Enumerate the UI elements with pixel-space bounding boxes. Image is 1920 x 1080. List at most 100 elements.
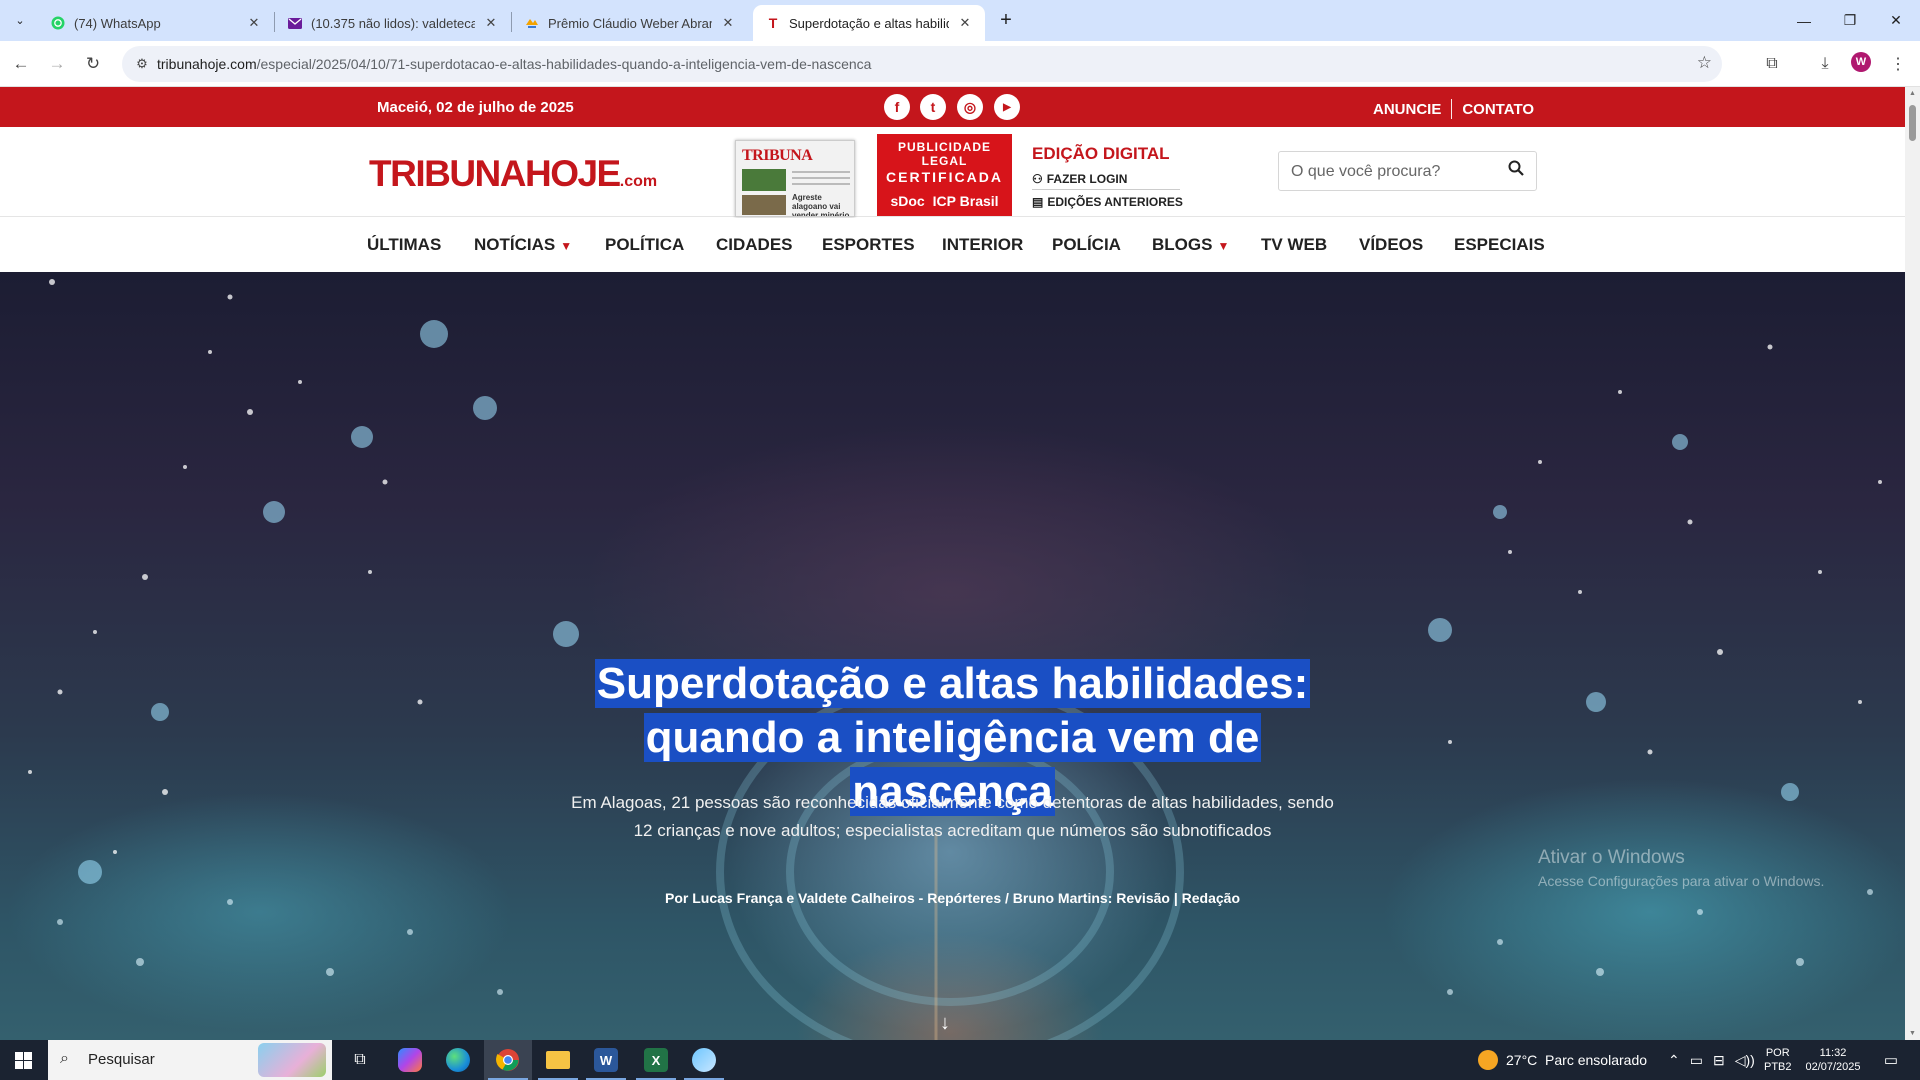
top-links: ANUNCIE CONTATO (1373, 99, 1534, 119)
text-line (792, 177, 850, 179)
volume-icon[interactable]: ◁)) (1735, 1052, 1755, 1069)
main-navigation: ÚLTIMAS NOTÍCIAS ▼ POLÍTICA CIDADES ESPOR… (0, 218, 1905, 272)
search-icon[interactable] (1508, 160, 1524, 181)
article-subtitle: Em Alagoas, 21 pessoas são reconhecidas … (571, 793, 1334, 840)
edicoes-anteriores-link[interactable]: ▤ EDIÇÕES ANTERIORES (1032, 195, 1183, 209)
site-top-bar: Maceió, 02 de julho de 2025 f t ◎ ▶ ANUN… (0, 87, 1905, 127)
tab-mail[interactable]: (10.375 não lidos): valdetecalhe ✕ (275, 5, 511, 41)
anuncie-link[interactable]: ANUNCIE (1373, 101, 1441, 118)
close-window-button[interactable]: ✕ (1873, 0, 1919, 41)
profile-avatar[interactable]: W (1851, 52, 1871, 72)
close-tab-icon[interactable]: ✕ (720, 15, 736, 31)
edicao-digital-label[interactable]: EDIÇÃO DIGITAL (1032, 144, 1170, 164)
scroll-down-arrow-icon[interactable]: ↓ (940, 1012, 950, 1035)
chevron-down-icon: ▼ (560, 239, 573, 253)
weather-widget[interactable]: 27°C Parc ensolarado (1478, 1040, 1647, 1080)
url-text[interactable]: tribunahoje.com/especial/2025/04/10/71-s… (157, 56, 871, 72)
taskbar-search[interactable]: ⌕ Pesquisar (48, 1040, 332, 1080)
nav-videos[interactable]: VÍDEOS (1359, 235, 1423, 255)
tribuna-icon: T (768, 15, 778, 31)
meet-now-icon[interactable]: ▭ (1690, 1052, 1703, 1069)
text-line (792, 183, 850, 185)
copilot-icon[interactable] (386, 1040, 434, 1080)
back-button[interactable]: ← (8, 51, 34, 77)
windows-start-icon[interactable] (0, 1040, 46, 1080)
site-info-icon[interactable]: ⚙ (132, 54, 152, 74)
extensions-icon[interactable]: ⧉ (1759, 51, 1785, 77)
youtube-icon[interactable]: ▶ (994, 94, 1020, 120)
digital-edition-cover[interactable]: TRIBUNA Agreste alagoano vai vender miné… (735, 140, 855, 217)
site-search[interactable]: O que você procura? (1278, 151, 1537, 191)
cert-line1: PUBLICIDADE LEGAL (897, 140, 991, 168)
chrome-icon[interactable] (484, 1040, 532, 1080)
page-scrollbar[interactable]: ▲ ▼ (1905, 87, 1920, 1040)
language-indicator[interactable]: POR PTB2 (1764, 1040, 1792, 1080)
whatsapp-icon (50, 15, 66, 31)
tab-search-chevron-icon[interactable]: ⌄ (8, 8, 32, 32)
scroll-down-icon[interactable]: ▼ (1909, 1030, 1916, 1037)
menu-kebab-icon[interactable]: ⋮ (1885, 51, 1911, 77)
chevron-up-icon[interactable]: ⌃ (1668, 1052, 1680, 1069)
edge-icon[interactable] (434, 1040, 482, 1080)
task-view-icon[interactable]: ⧉ (336, 1040, 384, 1080)
nav-cidades[interactable]: CIDADES (716, 235, 793, 255)
divider (1032, 189, 1180, 190)
chevron-down-icon: ▼ (1217, 239, 1230, 253)
nav-blogs[interactable]: BLOGS ▼ (1152, 235, 1229, 255)
page-viewport: Maceió, 02 de julho de 2025 f t ◎ ▶ ANUN… (0, 87, 1905, 1040)
download-icon[interactable]: ⤓ (1812, 51, 1838, 77)
file-explorer-icon[interactable] (534, 1040, 582, 1080)
nav-ultimas[interactable]: ÚLTIMAS (367, 235, 441, 255)
nav-noticias[interactable]: NOTÍCIAS ▼ (474, 235, 572, 255)
tab-superdotacao[interactable]: T Superdotação e altas habilidad ✕ (753, 5, 985, 41)
nav-politica[interactable]: POLÍTICA (605, 235, 684, 255)
fazer-login-link[interactable]: ⚇ FAZER LOGIN (1032, 172, 1127, 186)
paint-icon[interactable] (680, 1040, 728, 1080)
publicidade-legal-banner[interactable]: PUBLICIDADE LEGAL CERTIFICADA sDoc ICP B… (877, 134, 1012, 216)
weather-icon (1478, 1050, 1498, 1070)
minimize-button[interactable]: — (1781, 0, 1827, 41)
article-byline: Por Lucas França e Valdete Calheiros - R… (665, 890, 1240, 906)
nav-esportes[interactable]: ESPORTES (822, 235, 915, 255)
icp-brasil-logo: ICP Brasil (932, 193, 999, 209)
site-logo[interactable]: TRIBUNAHOJE.com (369, 153, 657, 195)
reload-button[interactable]: ↻ (80, 51, 106, 77)
nav-especiais[interactable]: ESPECIAIS (1454, 235, 1545, 255)
cert-line2: CERTIFICADA (886, 169, 1003, 185)
paper-title: TRIBUNA (742, 147, 813, 164)
restore-button[interactable]: ❐ (1827, 0, 1873, 41)
contato-link[interactable]: CONTATO (1462, 101, 1534, 118)
tab-title: (74) WhatsApp (74, 15, 161, 31)
tab-premio[interactable]: Prêmio Cláudio Weber Abramo ✕ (512, 5, 748, 41)
facebook-icon[interactable]: f (884, 94, 910, 120)
scroll-up-icon[interactable]: ▲ (1909, 90, 1916, 97)
sdoc-logo: sDoc (890, 193, 925, 209)
bookmark-star-icon[interactable]: ☆ (1697, 53, 1712, 73)
cover-photo (742, 195, 786, 215)
network-icon[interactable]: ⊟ (1713, 1052, 1725, 1069)
new-tab-button[interactable]: + (994, 8, 1018, 32)
article-hero: Superdotação e altas habilidades: quando… (0, 272, 1905, 1040)
tab-whatsapp[interactable]: (74) WhatsApp ✕ (38, 5, 274, 41)
word-icon[interactable]: W (582, 1040, 630, 1080)
browser-toolbar: ← → ↻ ⚙ tribunahoje.com/especial/2025/04… (0, 41, 1920, 87)
nav-interior[interactable]: INTERIOR (942, 235, 1023, 255)
nav-policia[interactable]: POLÍCIA (1052, 235, 1121, 255)
excel-icon[interactable]: X (632, 1040, 680, 1080)
system-tray: ⌃ ▭ ⊟ ◁)) (1668, 1040, 1755, 1080)
forward-button[interactable]: → (44, 51, 70, 77)
close-tab-icon[interactable]: ✕ (483, 15, 499, 31)
clock[interactable]: 11:32 02/07/2025 (1800, 1040, 1866, 1080)
nav-tv-web[interactable]: TV WEB (1261, 235, 1327, 255)
notifications-icon[interactable]: ▭ (1876, 1040, 1906, 1080)
paper-headline: Agreste alagoano vai vender minério de c… (792, 193, 850, 217)
search-input[interactable]: O que você procura? (1291, 163, 1440, 181)
user-icon: ⚇ (1032, 172, 1043, 186)
address-bar[interactable]: ⚙ tribunahoje.com/especial/2025/04/10/71… (122, 46, 1722, 82)
close-tab-icon[interactable]: ✕ (246, 15, 262, 31)
instagram-icon[interactable]: ◎ (957, 94, 983, 120)
scroll-thumb[interactable] (1909, 105, 1916, 141)
close-tab-icon[interactable]: ✕ (957, 15, 973, 31)
hero-background-image (28, 279, 1882, 1040)
twitter-icon[interactable]: t (920, 94, 946, 120)
